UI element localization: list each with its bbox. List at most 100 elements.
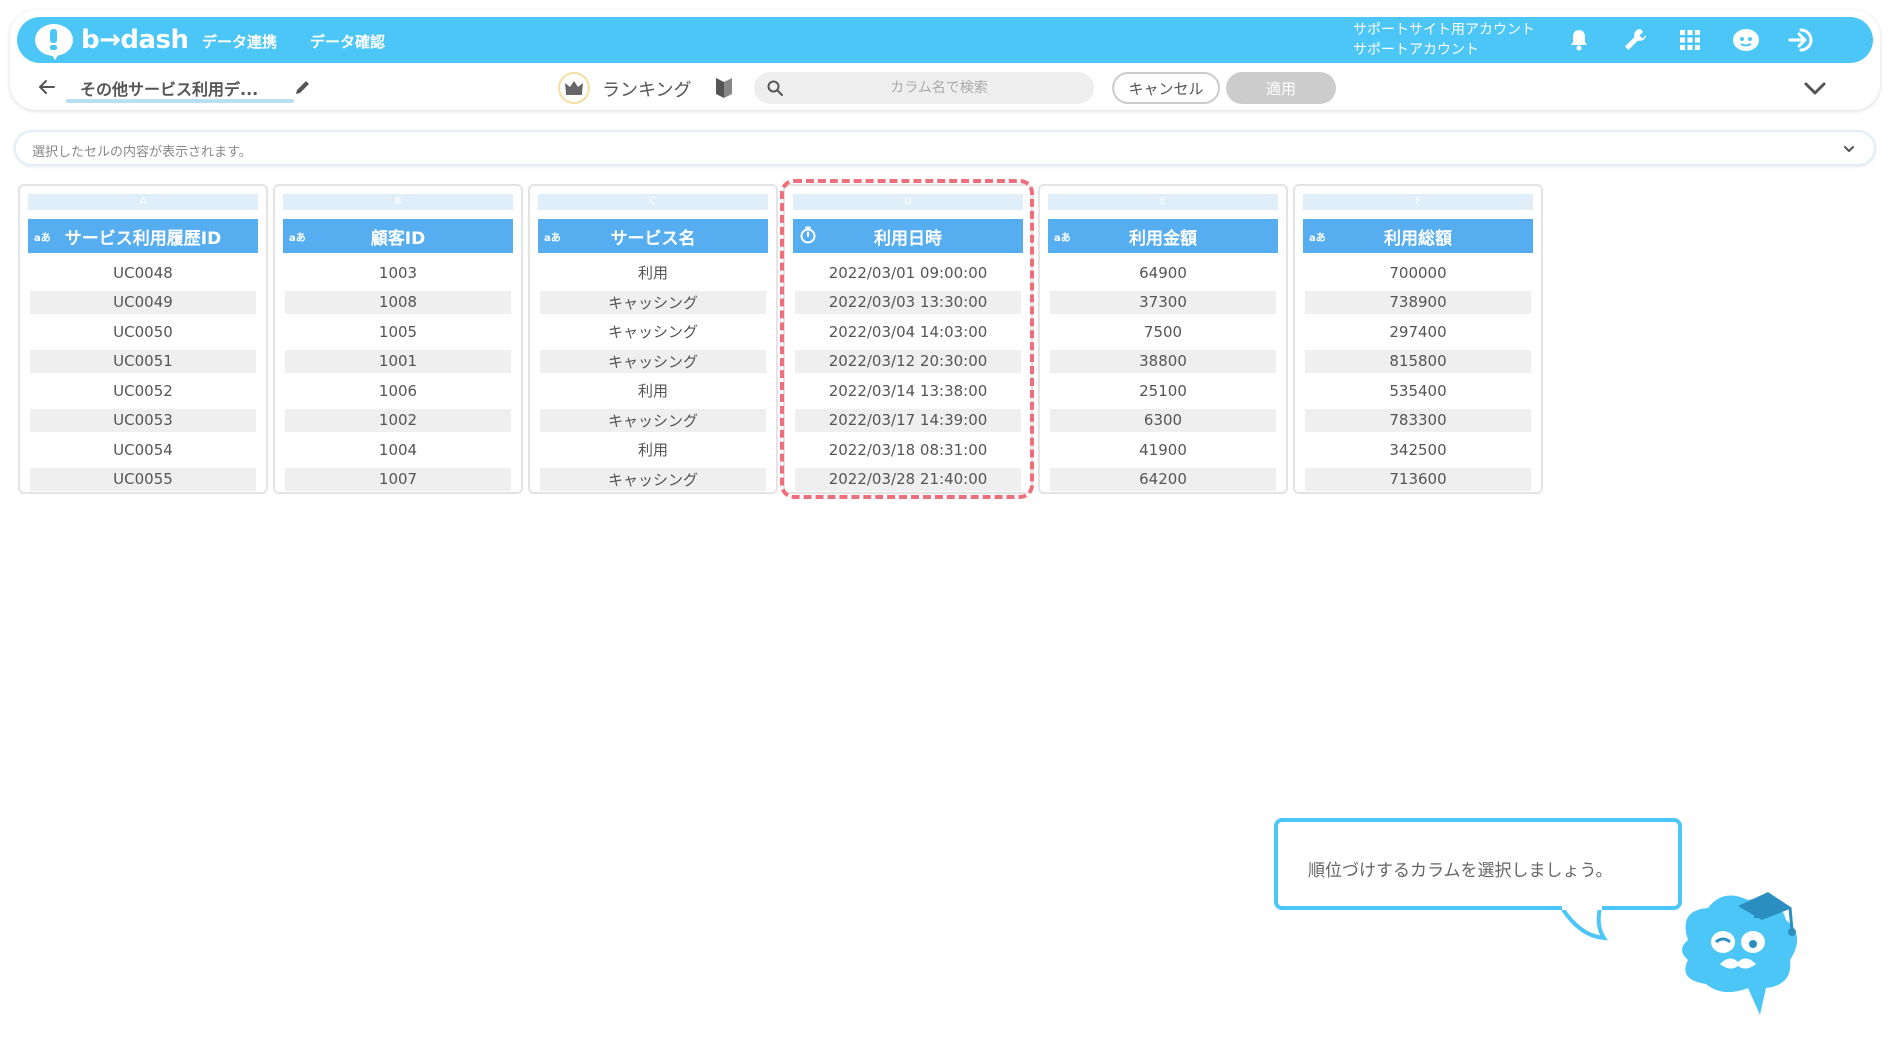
column-header[interactable]: aあ 利用総額 bbox=[1303, 219, 1533, 253]
table-cell[interactable]: 7500 bbox=[1050, 317, 1276, 347]
account-subname: サポートアカウント bbox=[1353, 42, 1479, 58]
column-header-label: 顧客ID bbox=[370, 228, 426, 249]
table-cell[interactable]: UC0054 bbox=[30, 435, 256, 465]
cancel-button[interactable]: キャンセル bbox=[1112, 72, 1220, 104]
table-cell[interactable]: 2022/03/01 09:00:00 bbox=[795, 258, 1021, 288]
file-title[interactable]: その他サービス利用デ... bbox=[80, 76, 258, 100]
table-cell[interactable]: UC0049 bbox=[30, 290, 256, 314]
column-letter: A bbox=[28, 194, 258, 210]
table-cell[interactable]: UC0052 bbox=[30, 376, 256, 406]
column-rows: 1003 1008 1005 1001 1006 1002 1004 1007 bbox=[285, 258, 511, 494]
table-cell[interactable]: 利用 bbox=[540, 435, 766, 465]
logout-icon[interactable] bbox=[1787, 25, 1817, 55]
cell-content-bar[interactable]: 選択したセルの内容が表示されます。 bbox=[14, 130, 1876, 166]
table-cell[interactable]: 738900 bbox=[1305, 290, 1531, 314]
apply-button[interactable]: 適用 bbox=[1226, 72, 1336, 104]
table-cell[interactable]: 1003 bbox=[285, 258, 511, 288]
column-rows: UC0048 UC0049 UC0050 UC0051 UC0052 UC005… bbox=[30, 258, 256, 494]
account-info[interactable]: サポートサイト用アカウント サポートアカウント bbox=[1353, 20, 1535, 60]
ranking-crown-icon[interactable] bbox=[558, 72, 590, 104]
table-cell[interactable]: 38800 bbox=[1050, 349, 1276, 373]
table-cell[interactable]: 37300 bbox=[1050, 290, 1276, 314]
table-cell[interactable]: 2022/03/03 13:30:00 bbox=[795, 290, 1021, 314]
column-header[interactable]: 利用日時 bbox=[793, 219, 1023, 253]
table-cell[interactable]: UC0050 bbox=[30, 317, 256, 347]
table-cell[interactable]: 利用 bbox=[540, 258, 766, 288]
table-cell[interactable]: 342500 bbox=[1305, 435, 1531, 465]
table-cell[interactable]: 535400 bbox=[1305, 376, 1531, 406]
chevron-down-icon[interactable] bbox=[1802, 76, 1828, 100]
table-cell[interactable]: 700000 bbox=[1305, 258, 1531, 288]
table-cell[interactable]: 713600 bbox=[1305, 467, 1531, 491]
table-cell[interactable]: UC0051 bbox=[30, 349, 256, 373]
table-cell[interactable]: 1006 bbox=[285, 376, 511, 406]
column-search-input[interactable] bbox=[794, 72, 1084, 104]
cell-content-placeholder: 選択したセルの内容が表示されます。 bbox=[32, 145, 252, 160]
column-letter: D bbox=[793, 194, 1023, 210]
table-cell[interactable]: 2022/03/04 14:03:00 bbox=[795, 317, 1021, 347]
column-header-label: サービス名 bbox=[610, 228, 696, 249]
table-cell[interactable]: 25100 bbox=[1050, 376, 1276, 406]
table-cell[interactable]: 64900 bbox=[1050, 258, 1276, 288]
table-cell[interactable]: キャッシング bbox=[540, 349, 766, 373]
column-header-label: 利用金額 bbox=[1129, 228, 1197, 249]
pencil-icon[interactable] bbox=[294, 78, 312, 96]
column-header-label: 利用総額 bbox=[1384, 228, 1452, 249]
table-cell[interactable]: UC0055 bbox=[30, 467, 256, 491]
column-d[interactable]: D 利用日時 2022/03/01 09:00:00 2022/03/03 13… bbox=[783, 184, 1033, 494]
table-cell[interactable]: 1008 bbox=[285, 290, 511, 314]
column-header-label: 利用日時 bbox=[874, 228, 942, 249]
table-cell[interactable]: 297400 bbox=[1305, 317, 1531, 347]
back-arrow-icon[interactable] bbox=[36, 76, 58, 98]
table-cell[interactable]: 2022/03/17 14:39:00 bbox=[795, 408, 1021, 432]
table-cell[interactable]: キャッシング bbox=[540, 290, 766, 314]
column-header[interactable]: aあ 利用金額 bbox=[1048, 219, 1278, 253]
column-search-box bbox=[754, 72, 1094, 104]
column-letter: B bbox=[283, 194, 513, 210]
table-cell[interactable]: 41900 bbox=[1050, 435, 1276, 465]
column-e[interactable]: E aあ 利用金額 64900 37300 7500 38800 25100 6… bbox=[1038, 184, 1288, 494]
column-header[interactable]: aあ 顧客ID bbox=[283, 219, 513, 253]
table-cell[interactable]: 1002 bbox=[285, 408, 511, 432]
table-cell[interactable]: 2022/03/18 08:31:00 bbox=[795, 435, 1021, 465]
table-cell[interactable]: 2022/03/12 20:30:00 bbox=[795, 349, 1021, 373]
beginner-mark-icon[interactable] bbox=[714, 76, 734, 100]
nav-data-check[interactable]: データ確認 bbox=[310, 31, 385, 52]
table-cell[interactable]: 783300 bbox=[1305, 408, 1531, 432]
table-cell[interactable]: 1001 bbox=[285, 349, 511, 373]
table-cell[interactable]: 64200 bbox=[1050, 467, 1276, 491]
wrench-icon[interactable] bbox=[1620, 25, 1650, 55]
table-cell[interactable]: 815800 bbox=[1305, 349, 1531, 373]
search-icon bbox=[766, 79, 784, 97]
grid-icon[interactable] bbox=[1675, 25, 1705, 55]
nav-data-integration[interactable]: データ連携 bbox=[202, 31, 277, 52]
table-cell[interactable]: 2022/03/14 13:38:00 bbox=[795, 376, 1021, 406]
logo-bubble-icon bbox=[35, 24, 73, 60]
column-header[interactable]: aあ サービス利用履歴ID bbox=[28, 219, 258, 253]
expand-chevron-icon[interactable] bbox=[1838, 140, 1860, 158]
table-cell[interactable]: 6300 bbox=[1050, 408, 1276, 432]
column-header[interactable]: aあ サービス名 bbox=[538, 219, 768, 253]
table-cell[interactable]: キャッシング bbox=[540, 467, 766, 491]
table-cell[interactable]: UC0053 bbox=[30, 408, 256, 432]
bdash-logo[interactable]: b→dash bbox=[35, 23, 189, 60]
table-cell[interactable]: 1005 bbox=[285, 317, 511, 347]
table-cell[interactable]: 2022/03/28 21:40:00 bbox=[795, 467, 1021, 491]
table-cell[interactable]: キャッシング bbox=[540, 317, 766, 347]
top-navigation-bar: b→dash データ連携 データ確認 サポートサイト用アカウント サポートアカウ… bbox=[17, 17, 1873, 63]
column-rows: 700000 738900 297400 815800 535400 78330… bbox=[1305, 258, 1531, 494]
mascot-help-icon[interactable] bbox=[1731, 25, 1761, 55]
column-a[interactable]: A aあ サービス利用履歴ID UC0048 UC0049 UC0050 UC0… bbox=[18, 184, 268, 494]
column-b[interactable]: B aあ 顧客ID 1003 1008 1005 1001 1006 1002 … bbox=[273, 184, 523, 494]
bell-icon[interactable] bbox=[1564, 25, 1594, 55]
table-cell[interactable]: 1004 bbox=[285, 435, 511, 465]
column-c[interactable]: C aあ サービス名 利用 キャッシング キャッシング キャッシング 利用 キャ… bbox=[528, 184, 778, 494]
column-letter: E bbox=[1048, 194, 1278, 210]
table-cell[interactable]: 1007 bbox=[285, 467, 511, 491]
table-cell[interactable]: キャッシング bbox=[540, 408, 766, 432]
account-name: サポートサイト用アカウント bbox=[1353, 22, 1535, 38]
text-type-icon: aあ bbox=[34, 233, 51, 244]
table-cell[interactable]: 利用 bbox=[540, 376, 766, 406]
table-cell[interactable]: UC0048 bbox=[30, 258, 256, 288]
column-f[interactable]: F aあ 利用総額 700000 738900 297400 815800 53… bbox=[1293, 184, 1543, 494]
